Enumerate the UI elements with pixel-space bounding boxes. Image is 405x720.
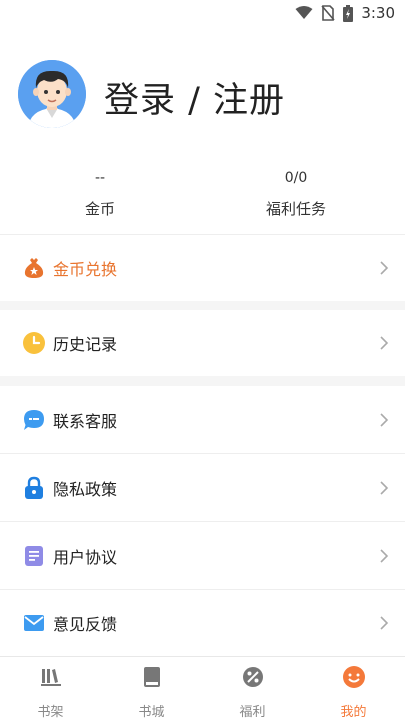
welfare-icon xyxy=(242,667,263,687)
menu-item-privacy-policy[interactable]: 隐私政策 xyxy=(0,454,405,521)
profile-header: 登录 / 注册 xyxy=(0,28,405,150)
coins-value: -- xyxy=(94,170,106,186)
status-bar: 3:30 xyxy=(0,0,405,28)
tab-label-bookshelf: 书架 xyxy=(37,705,64,720)
book-store-icon xyxy=(143,667,160,687)
envelope-icon xyxy=(24,615,44,631)
clock-icon xyxy=(23,332,45,354)
wifi-icon xyxy=(295,6,313,19)
document-icon xyxy=(25,545,43,566)
user-avatar[interactable] xyxy=(18,60,86,128)
welfare-task-stat[interactable]: 0/0 福利任务 xyxy=(196,170,396,219)
menu-label-privacy-policy: 隐私政策 xyxy=(53,479,118,499)
chevron-right-icon xyxy=(380,261,389,275)
tab-welfare[interactable]: 福利 xyxy=(202,665,303,720)
chevron-right-icon xyxy=(380,548,389,563)
coins-label: 金币 xyxy=(84,200,115,218)
chevron-right-icon xyxy=(380,616,389,630)
menu-label-coin-exchange: 金币兑换 xyxy=(53,260,118,279)
tab-label-welfare: 福利 xyxy=(239,705,266,720)
money-bag-icon xyxy=(24,258,44,278)
chevron-right-icon xyxy=(380,480,389,495)
battery-charging-icon xyxy=(343,4,354,22)
status-time: 3:30 xyxy=(361,4,395,22)
chevron-right-icon xyxy=(380,412,389,427)
menu-label-contact-service: 联系客服 xyxy=(53,411,118,431)
menu-label-history: 历史记录 xyxy=(53,335,118,354)
bottom-tab-bar: 书架 书城 福利 我的 xyxy=(0,656,405,720)
chat-bubble-icon xyxy=(24,409,44,430)
tab-mine[interactable]: 我的 xyxy=(303,665,404,720)
menu-label-user-agreement: 用户协议 xyxy=(53,547,118,567)
no-sim-icon xyxy=(321,5,335,21)
smile-icon xyxy=(342,666,365,688)
tab-book-store[interactable]: 书城 xyxy=(101,665,202,720)
bookshelf-icon xyxy=(40,669,61,686)
menu-item-coin-exchange[interactable]: 金币兑换 xyxy=(0,235,405,301)
menu-label-feedback: 意见反馈 xyxy=(53,615,118,634)
menu-item-history[interactable]: 历史记录 xyxy=(0,310,405,376)
tab-bookshelf[interactable]: 书架 xyxy=(0,665,101,720)
chevron-right-icon xyxy=(380,336,389,350)
welfare-task-value: 0/0 xyxy=(284,170,308,186)
stats-panel: -- 金币 0/0 福利任务 xyxy=(0,150,405,235)
welfare-task-label: 福利任务 xyxy=(265,200,326,218)
coins-stat[interactable]: -- 金币 xyxy=(0,170,200,219)
menu-item-user-agreement[interactable]: 用户协议 xyxy=(0,522,405,589)
tab-label-mine: 我的 xyxy=(340,705,367,720)
lock-icon xyxy=(25,476,43,499)
menu-item-feedback[interactable]: 意见反馈 xyxy=(0,590,405,656)
tab-label-book-store: 书城 xyxy=(138,705,165,720)
menu-item-contact-service[interactable]: 联系客服 xyxy=(0,386,405,453)
login-register-link[interactable]: 登录 / 注册 xyxy=(104,72,285,123)
